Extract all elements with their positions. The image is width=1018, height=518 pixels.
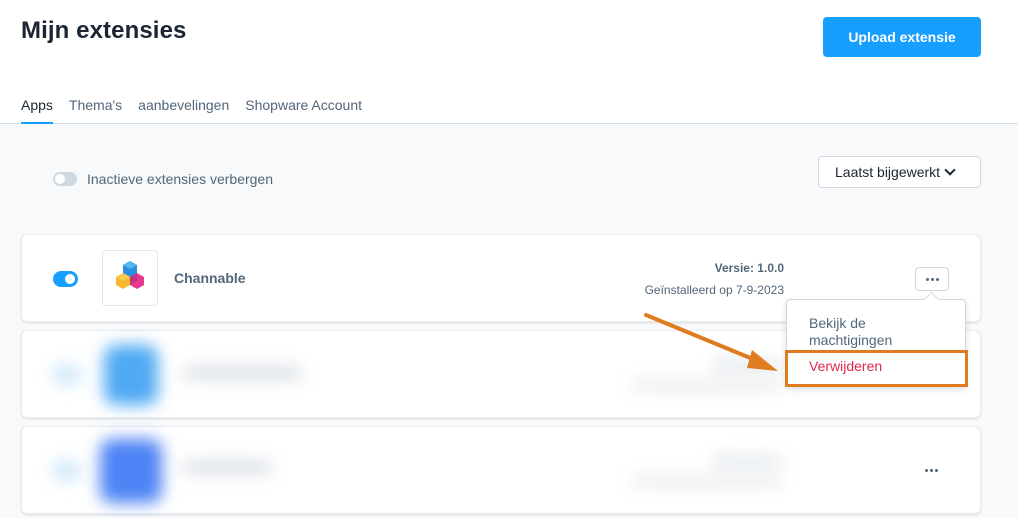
page-header: Mijn extensies Upload extensie Apps Them… — [0, 0, 1018, 124]
menu-item-view-permissions[interactable]: Bekijk de machtigingen — [809, 315, 939, 349]
more-horizontal-icon[interactable] — [925, 469, 938, 472]
tab-themes[interactable]: Thema's — [69, 96, 122, 124]
tab-bar: Apps Thema's aanbevelingen Shopware Acco… — [21, 96, 378, 124]
chevron-down-icon — [944, 164, 956, 176]
tab-recommendations[interactable]: aanbevelingen — [138, 96, 229, 124]
sort-select[interactable]: Laatst bijgewerkt — [818, 156, 981, 188]
tab-shopware-account[interactable]: Shopware Account — [245, 96, 362, 124]
page-title: Mijn extensies — [21, 17, 187, 44]
blurred-content — [22, 331, 786, 419]
sort-select-value: Laatst bijgewerkt — [835, 164, 941, 180]
extension-active-toggle[interactable] — [53, 271, 78, 287]
extension-name: Channable — [174, 270, 246, 286]
extension-installed-date: Geïnstalleerd op 7-9-2023 — [644, 283, 784, 297]
upload-extension-button[interactable]: Upload extensie — [823, 17, 981, 57]
extension-version: Versie: 1.0.0 — [714, 261, 784, 275]
annotation-highlight-box — [785, 350, 968, 387]
channable-logo-icon — [102, 250, 158, 306]
hide-inactive-label: Inactieve extensies verbergen — [87, 171, 273, 187]
tab-apps[interactable]: Apps — [21, 96, 53, 124]
more-horizontal-icon[interactable] — [915, 267, 949, 291]
blurred-content — [22, 427, 786, 515]
hide-inactive-switch[interactable] — [53, 172, 77, 186]
extension-card-blurred — [21, 426, 981, 514]
